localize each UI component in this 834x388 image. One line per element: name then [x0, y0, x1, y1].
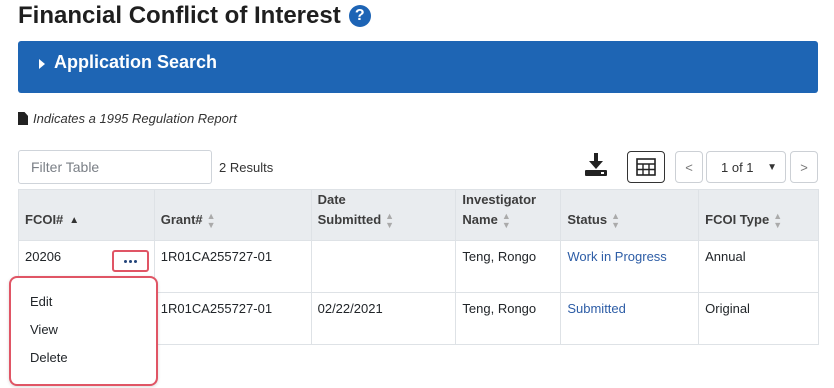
fcoi-type-cell: Annual [698, 240, 819, 293]
date-cell: 02/22/2021 [310, 292, 457, 345]
fcoi-type-cell: Original [698, 292, 819, 345]
regulation-note: Indicates a 1995 Regulation Report [18, 111, 237, 126]
status-link[interactable]: Work in Progress [567, 249, 666, 264]
ellipsis-dot [134, 259, 137, 263]
grant-cell: 1R01CA255727-01 [153, 292, 312, 345]
next-page-button[interactable]: > [790, 151, 818, 183]
page-title: Financial Conflict of Interest ? [18, 2, 371, 30]
column-header-date-submitted[interactable]: Date Submitted ▲ ▼ [310, 189, 457, 241]
column-header-investigator-name[interactable]: Investigator Name ▲ ▼ [455, 189, 562, 241]
download-button[interactable] [582, 151, 610, 179]
column-header-fcoi[interactable]: FCOI# ▲ [18, 189, 155, 241]
row-actions-button[interactable] [112, 250, 149, 272]
page-select-value: 1 of 1 [721, 159, 754, 175]
sort-icon: ▲ ▼ [501, 210, 511, 230]
sort-ascending-icon: ▲ [69, 215, 80, 227]
column-header-fcoi-type[interactable]: FCOI Type ▲ ▼ [698, 189, 819, 241]
ellipsis-dot [129, 259, 132, 263]
menu-item-delete[interactable]: Delete [30, 350, 68, 365]
page-title-text: Financial Conflict of Interest [18, 2, 341, 29]
chevron-down-icon: ▼ [767, 162, 777, 173]
column-settings-button[interactable] [627, 151, 665, 183]
row-actions-menu: Edit View Delete [9, 276, 158, 386]
sort-icon: ▲ ▼ [206, 210, 216, 230]
sort-icon: ▲ ▼ [773, 210, 783, 230]
investigator-cell: Teng, Rongo [455, 292, 562, 345]
sort-icon: ▲ ▼ [385, 210, 395, 230]
download-icon [585, 153, 607, 176]
application-search-panel[interactable]: Application Search [18, 41, 818, 93]
menu-item-edit[interactable]: Edit [30, 294, 52, 309]
ellipsis-icon [124, 259, 127, 263]
application-search-label: Application Search [54, 52, 218, 72]
table-grid-icon [636, 158, 656, 176]
status-cell: Submitted [560, 292, 700, 345]
column-header-grant[interactable]: Grant# ▲ ▼ [153, 189, 312, 241]
status-cell: Work in Progress [560, 240, 700, 293]
help-icon[interactable]: ? [348, 5, 371, 27]
investigator-cell: Teng, Rongo [455, 240, 562, 293]
status-link[interactable]: Submitted [567, 301, 626, 316]
date-cell [310, 240, 457, 293]
sort-icon: ▲ ▼ [611, 210, 620, 230]
document-icon [18, 112, 28, 125]
grant-cell: 1R01CA255727-01 [153, 240, 312, 293]
filter-table-input[interactable] [18, 150, 212, 184]
results-count: 2 Results [219, 160, 274, 175]
previous-page-button[interactable]: < [675, 151, 703, 183]
column-header-status[interactable]: Status ▲ ▼ [560, 189, 700, 241]
regulation-note-text: Indicates a 1995 Regulation Report [33, 111, 237, 126]
caret-right-icon [39, 59, 45, 69]
menu-item-view[interactable]: View [30, 322, 58, 337]
page-select[interactable]: 1 of 1 ▼ [706, 151, 786, 183]
